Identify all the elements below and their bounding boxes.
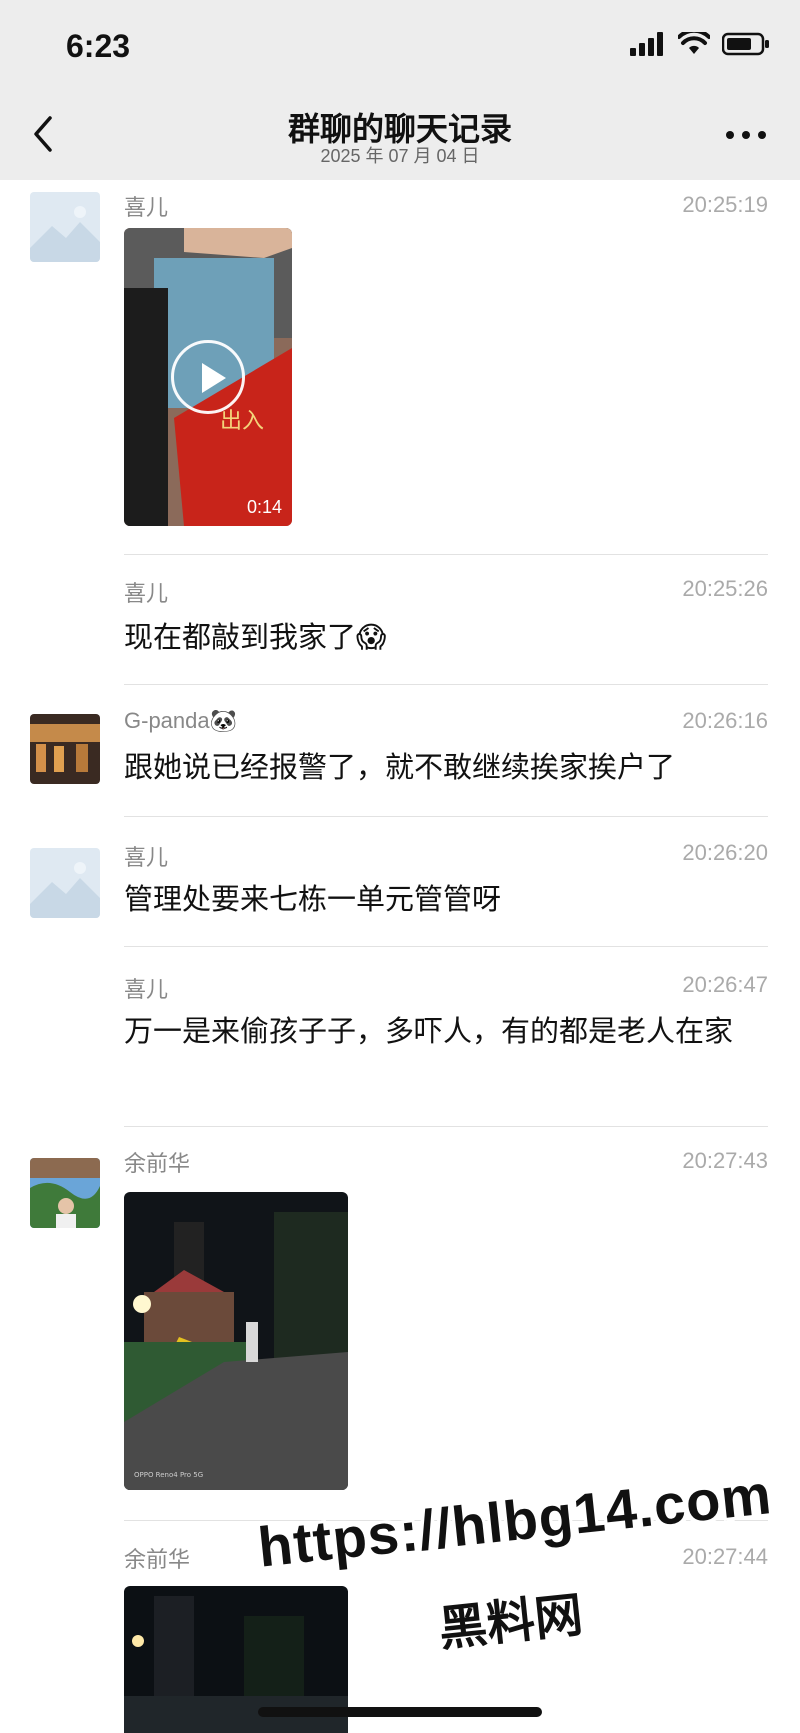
timestamp: 20:26:16 bbox=[682, 708, 768, 733]
image-placeholder-icon bbox=[30, 192, 100, 262]
avatar[interactable] bbox=[30, 848, 100, 918]
video-overlay-text: 出入 bbox=[220, 409, 264, 434]
message-text: 跟她说已经报警了，就不敢继续挨家挨户了 bbox=[124, 752, 676, 784]
video-thumbnail[interactable]: 出入 0:14 bbox=[124, 228, 292, 526]
avatar[interactable] bbox=[30, 192, 100, 262]
more-button[interactable] bbox=[722, 120, 770, 150]
image-thumbnail[interactable]: OPPO Reno4 Pro 5G bbox=[124, 1192, 348, 1490]
timestamp: 20:26:20 bbox=[682, 840, 768, 865]
timestamp: 20:26:47 bbox=[682, 972, 768, 997]
sender-name: 喜儿 bbox=[124, 195, 169, 220]
watermark-name: 黑料网 bbox=[436, 1588, 586, 1657]
status-time: 6:23 bbox=[66, 28, 131, 64]
divider bbox=[124, 816, 768, 817]
avatar[interactable] bbox=[30, 1158, 100, 1228]
battery-icon bbox=[722, 32, 769, 56]
divider bbox=[124, 684, 768, 685]
play-icon[interactable] bbox=[171, 340, 245, 414]
avatar-photo bbox=[30, 1158, 100, 1228]
timestamp: 20:25:26 bbox=[682, 576, 768, 601]
message-text: 现在都敲到我家了😱 bbox=[124, 622, 387, 654]
timestamp: 20:25:19 bbox=[682, 192, 768, 217]
page-subtitle-date: 2025 年 07 月 04 日 bbox=[320, 146, 480, 166]
photo-camera-caption: OPPO Reno4 Pro 5G bbox=[134, 1471, 203, 1479]
avatar[interactable] bbox=[30, 714, 100, 784]
timestamp: 20:27:43 bbox=[682, 1148, 768, 1173]
wifi-icon bbox=[678, 32, 710, 54]
video-duration: 0:14 bbox=[246, 497, 282, 517]
sender-name: 喜儿 bbox=[124, 977, 169, 1002]
message-text: 万一是来偷孩子子，多吓人，有的都是老人在家 bbox=[124, 1016, 734, 1048]
avatar-photo bbox=[30, 714, 100, 784]
night-playground-photo: OPPO Reno4 Pro 5G bbox=[124, 1192, 348, 1490]
sender-name: 喜儿 bbox=[124, 845, 169, 870]
sender-name: 喜儿 bbox=[124, 581, 169, 606]
divider bbox=[124, 1126, 768, 1127]
sender-name: G-panda🐼 bbox=[124, 708, 238, 733]
status-icons bbox=[630, 32, 770, 56]
sender-name: 余前华 bbox=[124, 1547, 191, 1572]
divider bbox=[124, 946, 768, 947]
status-bar: 6:23 bbox=[0, 0, 800, 90]
sender-name: 余前华 bbox=[124, 1151, 191, 1176]
signal-icon bbox=[630, 32, 663, 56]
home-indicator[interactable] bbox=[258, 1707, 542, 1717]
image-placeholder-icon bbox=[30, 848, 100, 918]
more-dots-icon bbox=[726, 131, 766, 139]
timestamp: 20:27:44 bbox=[682, 1544, 768, 1569]
nav-bar: 群聊的聊天记录 2025 年 07 月 04 日 bbox=[0, 90, 800, 180]
divider bbox=[124, 554, 768, 555]
message-text: 管理处要来七栋一单元管管呀 bbox=[124, 884, 502, 916]
